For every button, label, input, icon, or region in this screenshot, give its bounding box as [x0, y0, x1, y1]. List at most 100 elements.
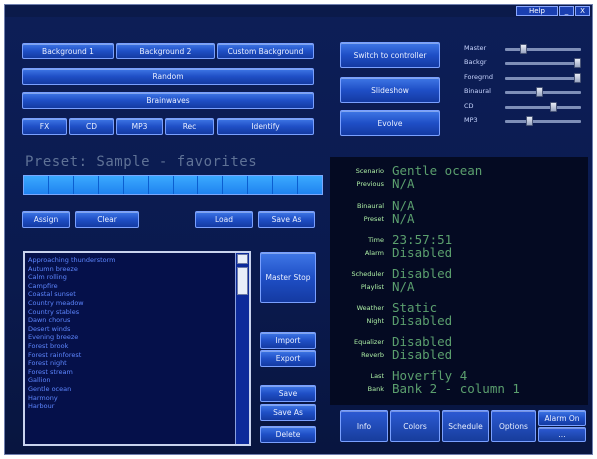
scenario-list-item[interactable]: Autumn breeze — [28, 265, 249, 274]
scenario-list-item[interactable]: Approaching thunderstorm — [28, 256, 249, 265]
status-row: Alarm Disabled — [330, 245, 588, 260]
status-label: Binaural — [357, 202, 384, 210]
identify-button[interactable]: Identify — [217, 118, 314, 135]
scenario-list-item[interactable]: Forest night — [28, 359, 249, 368]
status-row: Last Hoverfly 4 — [330, 368, 588, 383]
scenario-list-scrollbar[interactable] — [235, 253, 249, 444]
preset-slot[interactable] — [24, 176, 49, 194]
app-window: Help _ X Background 1 Background 2 Custo… — [4, 4, 593, 455]
scenario-list-item[interactable]: Evening breeze — [28, 333, 249, 342]
master-stop-button[interactable]: Master Stop — [260, 252, 316, 303]
scenario-list-item[interactable]: Dawn chorus — [28, 316, 249, 325]
status-value: Disabled — [392, 347, 453, 362]
background-1-button[interactable]: Background 1 — [22, 43, 114, 59]
cd-button[interactable]: CD — [69, 118, 114, 135]
volume-slider-track[interactable] — [505, 62, 581, 65]
preset-slot[interactable] — [273, 176, 299, 194]
import-button[interactable]: Import — [260, 332, 316, 349]
info-button[interactable]: Info — [340, 410, 388, 442]
alarm-on-button[interactable]: Alarm On — [538, 410, 586, 426]
background-2-button[interactable]: Background 2 — [116, 43, 215, 59]
volume-slider-thumb[interactable] — [549, 102, 557, 112]
volume-slider-thumb[interactable] — [536, 87, 544, 97]
volume-slider-thumb[interactable] — [574, 73, 581, 83]
options-button[interactable]: Options — [491, 410, 536, 442]
slider-label: CD — [464, 102, 474, 110]
scenario-list-item[interactable]: Country meadow — [28, 299, 249, 308]
slideshow-button[interactable]: Slideshow — [340, 77, 440, 103]
volume-slider-thumb[interactable] — [574, 58, 581, 68]
scenario-list-item[interactable]: Campfire — [28, 282, 249, 291]
volume-slider-track[interactable] — [505, 48, 581, 51]
scenario-list-item[interactable]: Coastal sunset — [28, 290, 249, 299]
export-button[interactable]: Export — [260, 350, 316, 367]
status-value: N/A — [392, 279, 415, 294]
random-button[interactable]: Random — [22, 68, 314, 85]
status-label: Time — [368, 236, 384, 244]
preset-slot[interactable] — [48, 176, 74, 194]
slider-label: Backgr — [464, 58, 487, 66]
scenario-list-item[interactable]: Gallion — [28, 376, 249, 385]
minimize-button[interactable]: _ — [559, 6, 574, 16]
save-as-button[interactable]: Save As — [260, 404, 316, 421]
assign-button[interactable]: Assign — [22, 211, 70, 228]
status-row: Playlist N/A — [330, 279, 588, 294]
scenario-list[interactable]: Approaching thunderstorm Autumn breeze Cal… — [23, 251, 251, 446]
preset-slot[interactable] — [248, 176, 274, 194]
scrollbar-thumb[interactable] — [237, 267, 248, 295]
clear-button[interactable]: Clear — [75, 211, 139, 228]
brainwaves-button[interactable]: Brainwaves — [22, 92, 314, 109]
preset-slot[interactable] — [98, 176, 124, 194]
rec-button[interactable]: Rec — [165, 118, 214, 135]
evolve-button[interactable]: Evolve — [340, 110, 440, 136]
volume-slider-thumb[interactable] — [525, 116, 533, 126]
status-label: Scheduler — [351, 270, 384, 278]
save-button[interactable]: Save — [260, 385, 316, 402]
volume-slider-track[interactable] — [505, 106, 581, 109]
volume-slider-track[interactable] — [505, 77, 581, 80]
status-label: Bank — [367, 385, 384, 393]
preset-slot[interactable] — [123, 176, 149, 194]
load-button[interactable]: Load — [195, 211, 253, 228]
preset-slot[interactable] — [223, 176, 249, 194]
status-label: Scenario — [355, 167, 384, 175]
status-row: Bank Bank 2 - column 1 — [330, 381, 588, 396]
scenario-list-item[interactable]: Forest brook — [28, 342, 249, 351]
scenario-list-item[interactable]: Calm rolling — [28, 273, 249, 282]
scenario-list-item[interactable]: Harbour — [28, 402, 249, 411]
close-button[interactable]: X — [575, 6, 590, 16]
mp3-button[interactable]: MP3 — [116, 118, 163, 135]
scenario-list-item[interactable]: Country stables — [28, 308, 249, 317]
status-row: Scenario Gentle ocean — [330, 163, 588, 178]
preset-slot[interactable] — [298, 176, 323, 194]
scenario-list-item[interactable]: Harmony — [28, 394, 249, 403]
status-label: Previous — [356, 180, 384, 188]
volume-slider-thumb[interactable] — [520, 44, 528, 54]
fx-button[interactable]: FX — [22, 118, 67, 135]
custom-background-button[interactable]: Custom Background — [217, 43, 314, 59]
preset-slot[interactable] — [198, 176, 224, 194]
scenario-list-items: Approaching thunderstorm Autumn breeze Cal… — [25, 253, 249, 411]
alarm-extra-button[interactable]: ... — [538, 427, 586, 442]
scroll-up-arrow-icon[interactable] — [237, 254, 248, 264]
preset-slot[interactable] — [73, 176, 99, 194]
scenario-list-item[interactable]: Desert winds — [28, 325, 249, 334]
help-button[interactable]: Help — [516, 6, 558, 16]
slider-label: Master — [464, 44, 487, 52]
delete-button[interactable]: Delete — [260, 426, 316, 443]
colors-button[interactable]: Colors — [390, 410, 440, 442]
scenario-list-item[interactable]: Forest stream — [28, 368, 249, 377]
scenario-list-item[interactable]: Gentle ocean — [28, 385, 249, 394]
preset-slot[interactable] — [148, 176, 174, 194]
save-as-preset-button[interactable]: Save As — [258, 211, 315, 228]
slider-label: MP3 — [464, 116, 478, 124]
preset-slot[interactable] — [173, 176, 199, 194]
status-row: Preset N/A — [330, 211, 588, 226]
preset-slots[interactable] — [23, 175, 323, 195]
schedule-button[interactable]: Schedule — [442, 410, 489, 442]
scenario-list-item[interactable]: Forest rainforest — [28, 351, 249, 360]
status-row: Reverb Disabled — [330, 347, 588, 362]
status-value: Bank 2 - column 1 — [392, 381, 520, 396]
switch-to-controller-button[interactable]: Switch to controller — [340, 42, 440, 68]
volume-slider-track[interactable] — [505, 120, 581, 123]
